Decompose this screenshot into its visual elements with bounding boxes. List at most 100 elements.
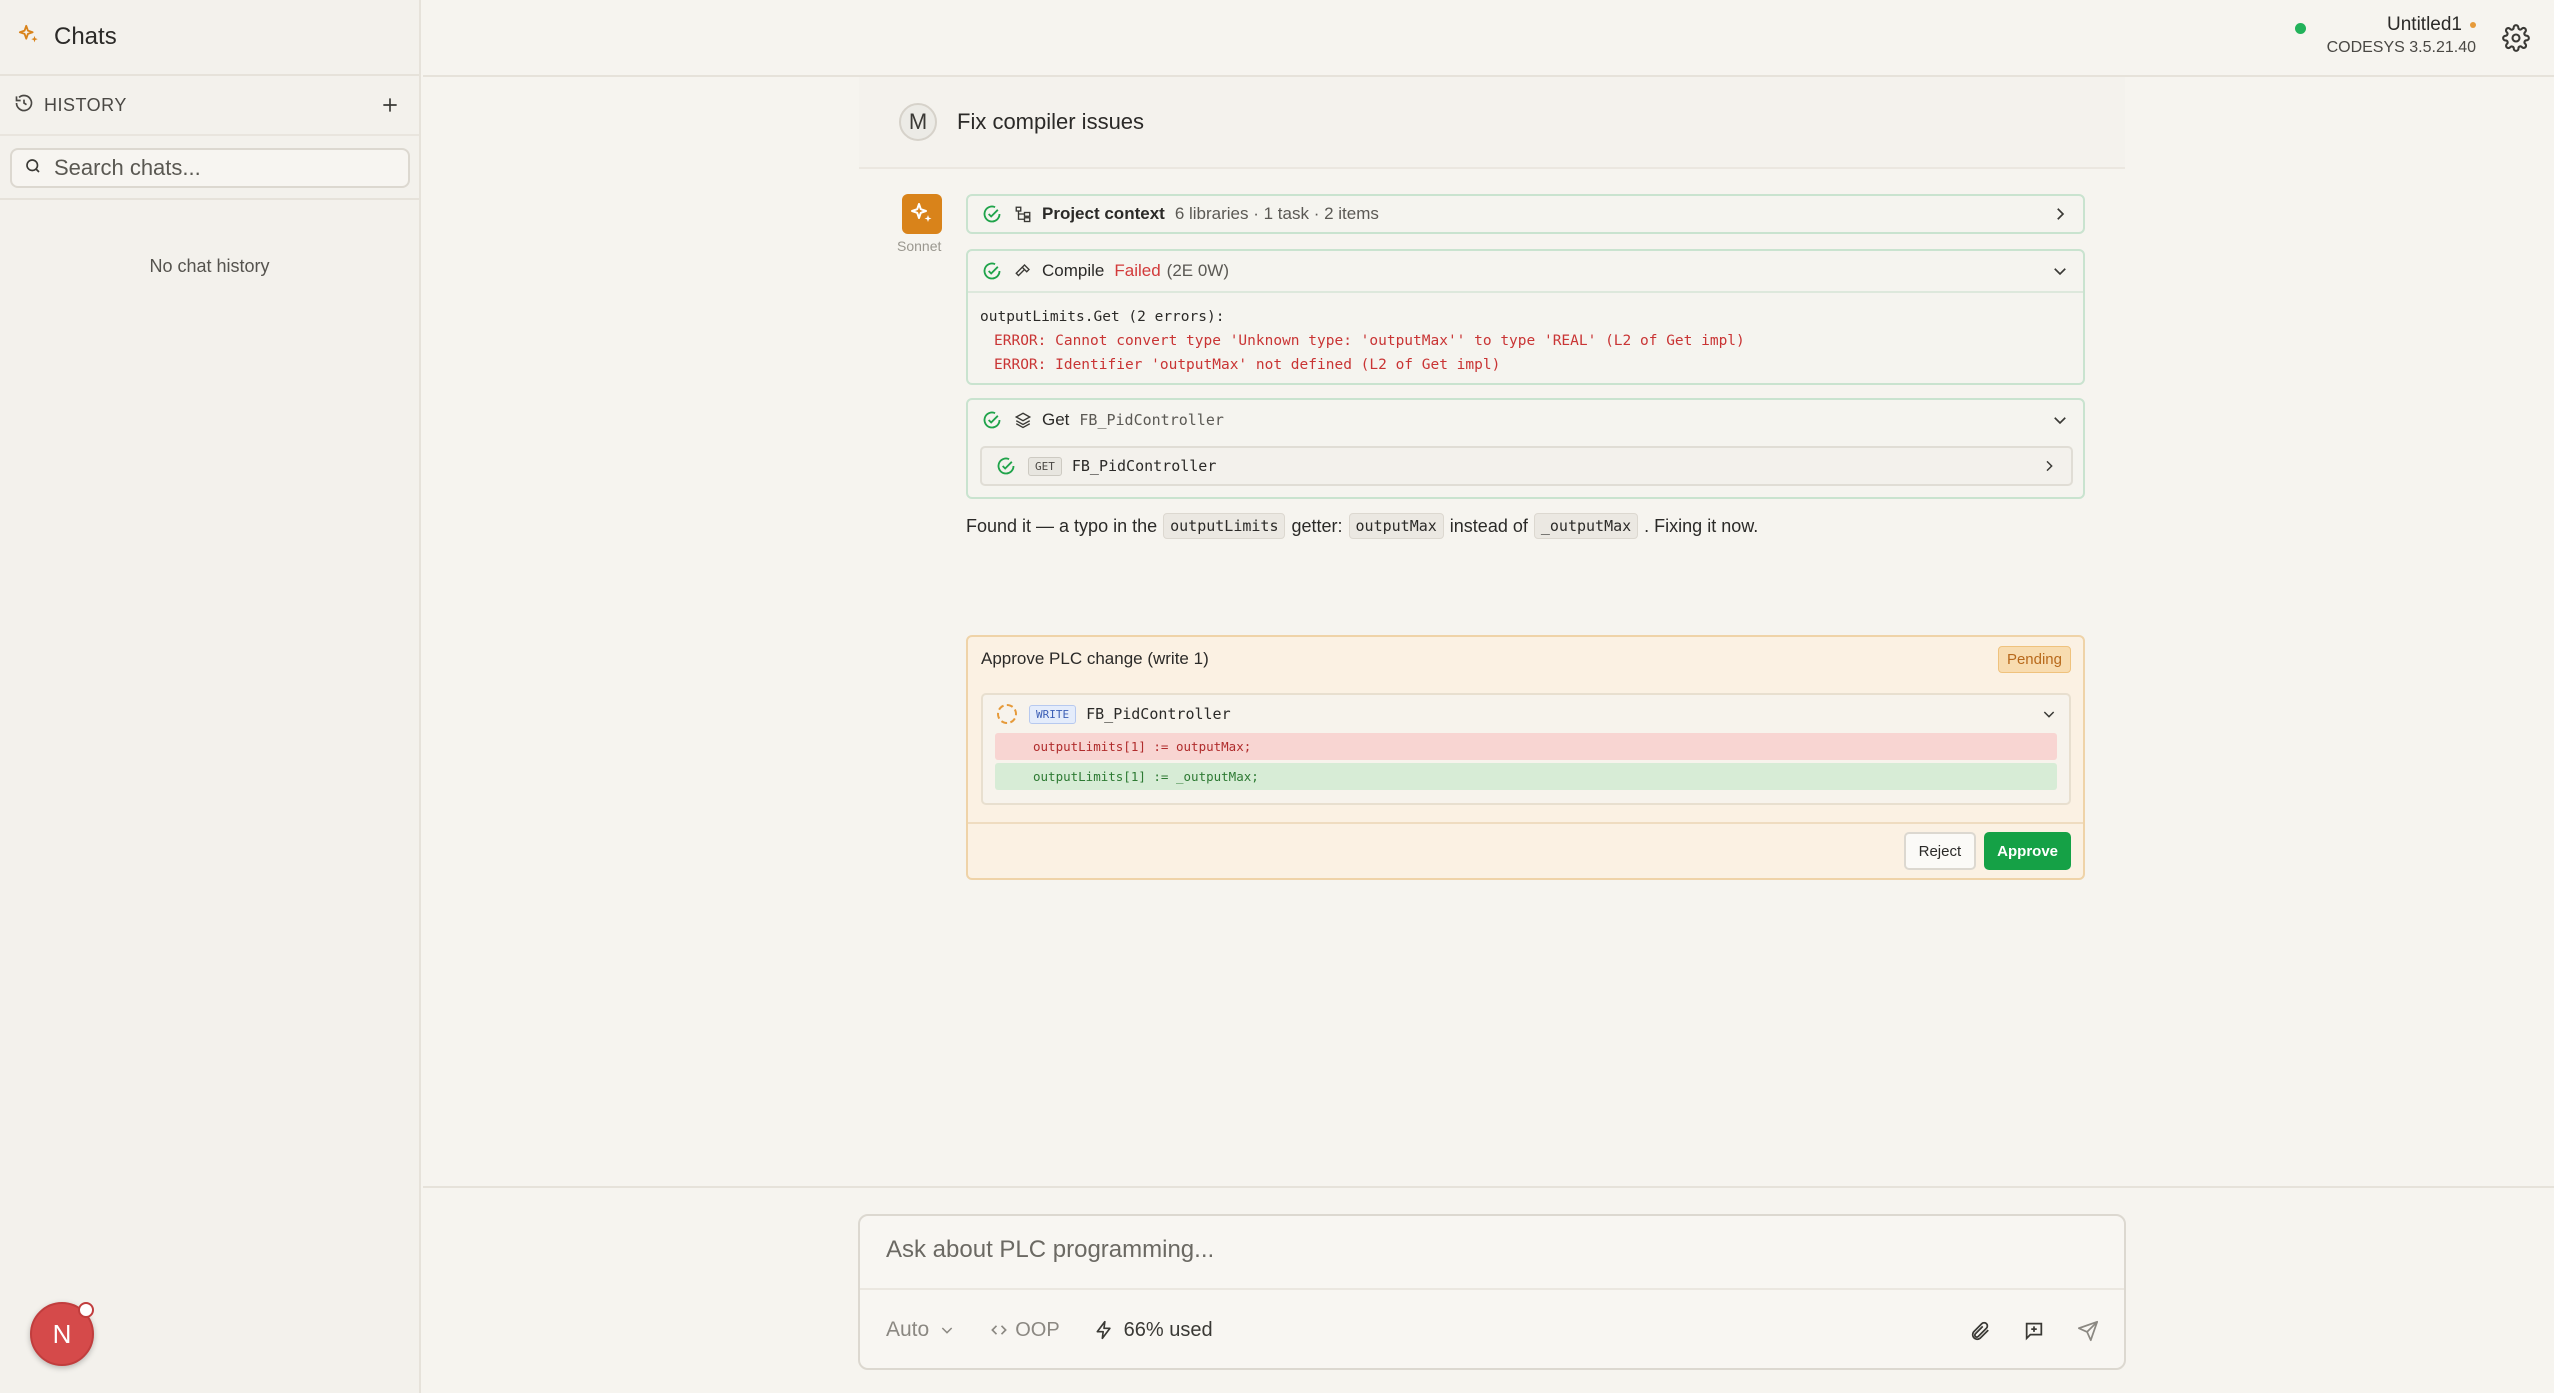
sparkles-icon — [18, 24, 40, 51]
chevron-right-icon — [2046, 460, 2053, 472]
plus-icon — [383, 98, 397, 112]
write-target: FB_PidController — [1086, 705, 1231, 723]
project-name: Untitled1 — [2387, 14, 2462, 35]
model-selector-label: Auto — [886, 1318, 930, 1341]
model-selector[interactable]: Auto — [886, 1318, 955, 1342]
assistant-explanation: Found it — a typo in the outputLimits ge… — [966, 513, 1758, 539]
approval-card: Approve PLC change (write 1) Pending WRI… — [966, 635, 2085, 880]
check-circle-icon — [983, 411, 1001, 429]
get-result-target: FB_PidController — [1071, 457, 1217, 475]
approval-header: Approve PLC change (write 1) Pending — [968, 637, 2083, 681]
diff-removed-line: outputLimits[1] := outputMax; — [995, 733, 2057, 760]
inline-code: outputLimits — [1163, 513, 1286, 539]
approve-button[interactable]: Approve — [1984, 832, 2071, 870]
empty-history-text: No chat history — [149, 256, 270, 276]
check-circle-icon — [983, 205, 1001, 223]
history-section-header: HISTORY — [0, 76, 419, 136]
approval-title: Approve PLC change (write 1) — [981, 649, 1209, 668]
history-label: HISTORY — [44, 94, 127, 115]
usage-indicator: 66% used — [1094, 1319, 1213, 1342]
approval-actions: Reject Approve — [968, 822, 2083, 878]
user-message-text: Fix compiler issues — [957, 109, 1145, 134]
new-chat-button[interactable] — [375, 90, 405, 120]
search-input[interactable] — [54, 155, 394, 181]
user-avatar-initial: N — [52, 1318, 72, 1349]
project-status: Untitled1 CODESYS 3.5.21.40 — [2327, 14, 2476, 57]
send-button[interactable] — [2070, 1313, 2106, 1349]
compile-card: Compile Failed (2E 0W) outputLimits.Get … — [966, 249, 2085, 385]
pending-spinner-icon — [997, 704, 1017, 724]
add-context-button[interactable] — [2016, 1313, 2052, 1349]
check-circle-icon — [997, 457, 1015, 475]
composer: Auto OOP 66% used — [858, 1214, 2126, 1370]
project-context-card[interactable]: Project context 6 libraries · 1 task · 2… — [966, 194, 2085, 234]
model-label: Sonnet — [897, 238, 942, 254]
user-message: M Fix compiler issues — [859, 77, 2125, 169]
connection-status-dot — [2295, 23, 2306, 34]
oop-toggle[interactable]: OOP — [989, 1318, 1060, 1342]
user-avatar[interactable]: N — [30, 1302, 94, 1366]
lightning-icon — [1096, 1320, 1111, 1340]
chevron-down-icon — [2054, 417, 2066, 425]
write-change-header[interactable]: WRITE FB_PidController — [983, 695, 2069, 733]
message-plus-icon — [2025, 1322, 2043, 1341]
conversation: M Fix compiler issues Sonnet Project con… — [859, 77, 2125, 880]
code-icon — [991, 1325, 1008, 1335]
reject-button[interactable]: Reject — [1903, 832, 1977, 870]
settings-button[interactable] — [2502, 24, 2530, 52]
get-result-item[interactable]: GET FB_PidController — [980, 446, 2073, 486]
chevron-down-icon — [2043, 711, 2055, 718]
compile-title: Compile — [1042, 261, 1105, 280]
project-context-meta: 6 libraries · 1 task · 2 items — [1174, 204, 1379, 223]
assistant-avatar — [902, 194, 942, 234]
gear-icon — [2502, 24, 2530, 52]
top-bar: Untitled1 CODESYS 3.5.21.40 — [423, 0, 2554, 77]
oop-label: OOP — [1015, 1318, 1060, 1341]
unsaved-indicator — [2470, 22, 2476, 28]
hammer-icon — [1015, 264, 1030, 277]
tree-icon — [1015, 206, 1031, 223]
compile-card-header[interactable]: Compile Failed (2E 0W) — [968, 251, 2083, 291]
sparkles-icon — [911, 203, 932, 222]
compile-output: outputLimits.Get (2 errors): ERROR: Cann… — [968, 291, 2083, 387]
write-tag: WRITE — [1029, 704, 1077, 724]
sidebar-header: Chats — [0, 0, 419, 76]
explanation-text: getter: — [1291, 515, 1343, 536]
compile-counts: (2E 0W) — [1166, 261, 1230, 280]
history-icon — [14, 93, 34, 118]
message-user-avatar: M — [899, 103, 937, 141]
prompt-input[interactable] — [886, 1236, 2086, 1276]
inline-code: outputMax — [1348, 513, 1444, 539]
get-target: FB_PidController — [1079, 411, 1224, 429]
explanation-text: Found it — a typo in the — [966, 515, 1158, 536]
compile-status: Failed — [1114, 261, 1161, 280]
sidebar: Chats HISTORY No chat history N — [0, 0, 421, 1393]
project-context-title: Project context — [1042, 204, 1165, 223]
status-badge: Pending — [1997, 645, 2071, 673]
write-change-card: WRITE FB_PidController outputLimits[1] :… — [981, 693, 2071, 805]
chevron-down-icon — [942, 1327, 953, 1334]
composer-divider — [423, 1186, 2554, 1188]
codesys-version: CODESYS 3.5.21.40 — [2326, 39, 2476, 56]
diff-view: outputLimits[1] := outputMax; outputLimi… — [995, 733, 2057, 790]
inline-code: _outputMax — [1533, 513, 1639, 539]
paperclip-icon — [1971, 1321, 1989, 1341]
search-wrapper — [0, 136, 419, 200]
check-circle-icon — [983, 262, 1001, 280]
compile-error: ERROR: Cannot convert type 'Unknown type… — [994, 333, 1745, 349]
chevron-right-icon — [2057, 208, 2065, 220]
send-icon — [2077, 1320, 2099, 1342]
get-title: Get — [1042, 410, 1070, 429]
get-card: Get FB_PidController GET FB_PidControlle… — [966, 398, 2085, 499]
diff-added-line: outputLimits[1] := _outputMax; — [995, 763, 2057, 790]
attach-button[interactable] — [1962, 1313, 1998, 1349]
search-icon — [24, 157, 42, 180]
composer-actions — [1944, 1290, 2106, 1372]
get-card-header[interactable]: Get FB_PidController — [968, 400, 2083, 440]
composer-toolbar: Auto OOP 66% used — [860, 1288, 2124, 1370]
usage-label: 66% used — [1123, 1318, 1213, 1341]
chevron-down-icon — [2054, 268, 2066, 276]
sidebar-title: Chats — [54, 23, 117, 50]
search-box — [10, 148, 410, 188]
explanation-text: . Fixing it now. — [1644, 515, 1759, 536]
